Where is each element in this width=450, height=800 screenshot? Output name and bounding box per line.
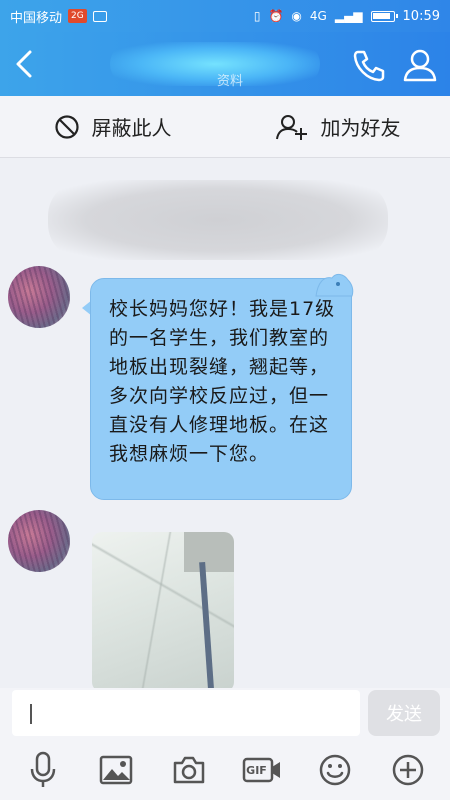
chevron-left-icon xyxy=(16,50,32,78)
microphone-icon xyxy=(30,751,55,787)
avatar[interactable] xyxy=(8,510,70,572)
add-person-icon xyxy=(275,114,307,140)
network-badge: 2G xyxy=(68,9,87,23)
image-picker-button[interactable] xyxy=(94,748,138,792)
gif-label: GIF xyxy=(246,763,267,777)
more-button[interactable] xyxy=(386,748,430,792)
send-button[interactable]: 发送 xyxy=(368,690,440,736)
message-bubble[interactable]: 校长妈妈您好！我是17级的一名学生，我们教室的地板出现裂缝，翘起等，多次向学校反… xyxy=(90,278,352,500)
gif-button[interactable]: GIF xyxy=(240,748,284,792)
stranger-action-bar: 屏蔽此人 加为好友 xyxy=(0,96,450,158)
emoji-icon xyxy=(319,754,350,786)
voice-button[interactable] xyxy=(21,748,65,792)
avatar[interactable] xyxy=(8,266,70,328)
sim-icon xyxy=(92,10,107,22)
block-icon xyxy=(54,114,79,139)
block-user-button[interactable]: 屏蔽此人 xyxy=(0,112,225,141)
bubble-cat-ears-icon xyxy=(315,273,354,297)
vibrate-icon: ▯ xyxy=(253,9,261,23)
call-button[interactable] xyxy=(350,46,388,84)
eye-icon: ◉ xyxy=(291,9,302,23)
clock-label: 10:59 xyxy=(402,8,440,24)
chat-history[interactable]: 校长妈妈您好！我是17级的一名学生，我们教室的地板出现裂缝，翘起等，多次向学校反… xyxy=(0,158,450,688)
phone-icon xyxy=(353,50,385,82)
contact-subtitle: 资料 xyxy=(216,74,243,89)
block-user-label: 屏蔽此人 xyxy=(91,116,172,140)
input-toolbar: GIF xyxy=(0,740,450,800)
add-friend-button[interactable]: 加为好友 xyxy=(225,112,450,141)
title-bar: 资料 xyxy=(0,32,450,96)
system-message-redacted xyxy=(48,180,388,260)
signal-icon: ▂▄▆ xyxy=(334,9,363,23)
image-icon xyxy=(99,755,132,785)
status-bar: 中国移动 2G ▯ ⏰ ◉ 4G ▂▄▆ 10:59 xyxy=(0,0,450,32)
camera-icon xyxy=(173,756,204,784)
back-button[interactable] xyxy=(8,46,44,82)
alarm-icon: ⏰ xyxy=(268,9,284,23)
text-caret xyxy=(30,704,32,724)
emoji-button[interactable] xyxy=(313,748,357,792)
image-message[interactable] xyxy=(92,532,234,688)
profile-button[interactable] xyxy=(400,46,440,84)
network-type-label: 4G xyxy=(309,9,327,23)
message-input[interactable] xyxy=(12,690,360,736)
camera-button[interactable] xyxy=(167,748,211,792)
chair-shape xyxy=(184,532,234,572)
input-bar: 发送 xyxy=(0,688,450,740)
battery-icon xyxy=(370,10,398,22)
add-friend-label: 加为好友 xyxy=(320,116,401,140)
plus-icon xyxy=(392,754,423,786)
person-icon xyxy=(403,49,437,82)
carrier-label: 中国移动 xyxy=(10,10,63,26)
